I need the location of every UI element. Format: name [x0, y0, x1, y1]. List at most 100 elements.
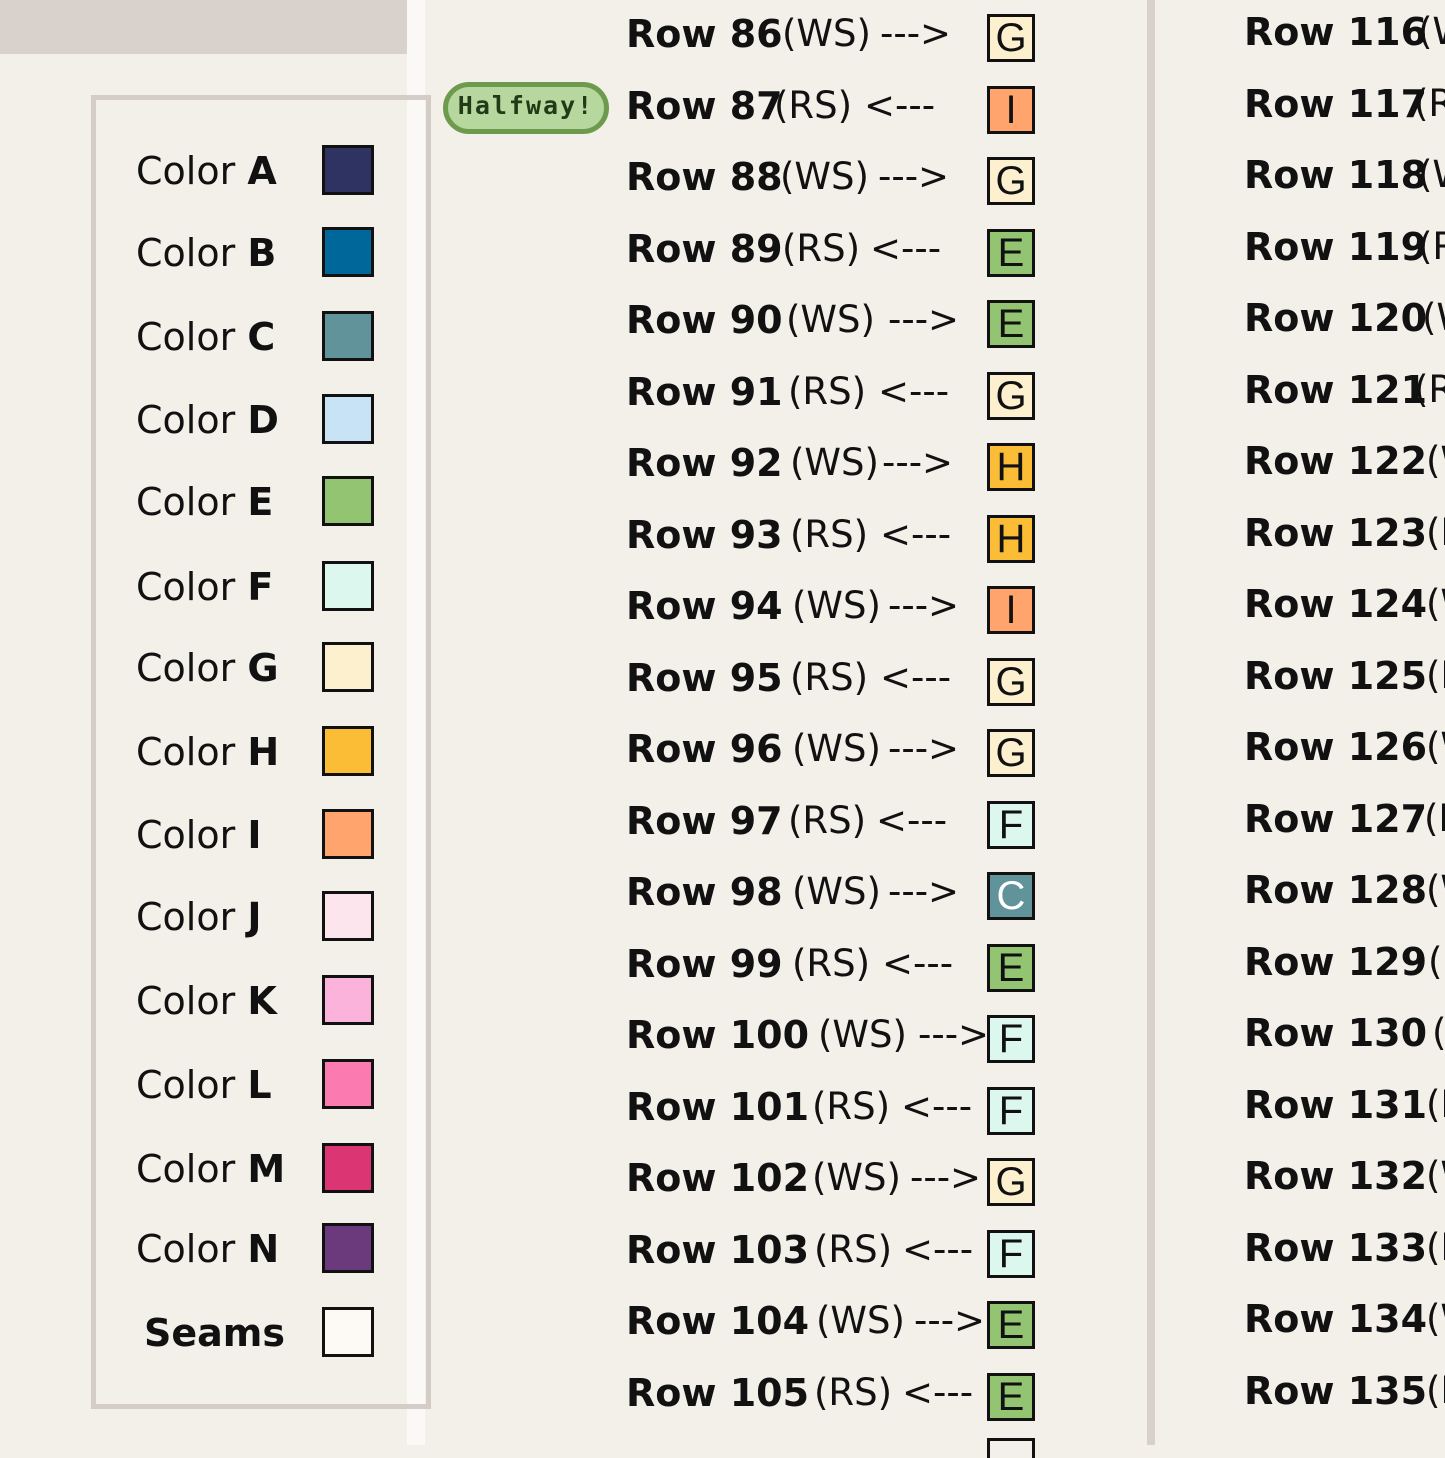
- row-instruction: Row 135(R: [1244, 1369, 1445, 1429]
- legend-label: Color M: [136, 1149, 285, 1189]
- row-number: Row 96: [626, 727, 783, 771]
- row-color-box: H: [987, 514, 1035, 563]
- row-number: Row 89: [626, 226, 783, 271]
- legend-item-seams: Seams: [136, 1307, 386, 1359]
- legend-label-prefix: Color: [136, 895, 236, 939]
- legend-item-color-e: Color E: [136, 476, 386, 528]
- row-direction-arrow: <---: [876, 798, 948, 842]
- row-side: (R: [1426, 1082, 1445, 1126]
- row-color-box: E: [987, 943, 1035, 992]
- row-side: (R: [1426, 510, 1445, 554]
- legend-letter: J: [247, 895, 262, 939]
- row-number: Row 135: [1244, 1368, 1428, 1413]
- row-instruction: Row 96 (WS) --->: [626, 727, 1046, 787]
- legend-letter: L: [247, 1063, 272, 1107]
- row-number: Row 134: [1244, 1297, 1428, 1341]
- row-color-box: F: [987, 1229, 1035, 1278]
- row-side: (W: [1418, 153, 1445, 196]
- row-side: (RS): [774, 83, 853, 127]
- row-number: Row 123: [1244, 510, 1428, 555]
- legend-label-prefix: Color: [136, 315, 236, 359]
- color-swatch: [322, 1059, 374, 1109]
- color-swatch: [322, 809, 374, 859]
- legend-label: Color C: [136, 317, 275, 357]
- row-number: Row 91: [626, 369, 783, 414]
- row-number: Row 119: [1244, 224, 1428, 269]
- row-instruction: Row 93 (RS) <---: [626, 513, 1046, 573]
- legend-label: Color F: [136, 567, 273, 607]
- row-side: (WS): [818, 1013, 907, 1056]
- row-instruction: Row 130(: [1244, 1011, 1445, 1071]
- row-instruction: Row 118(W: [1244, 153, 1445, 213]
- legend-label: Color E: [136, 482, 273, 522]
- row-instruction: Row 86 (WS) --->: [626, 12, 1046, 72]
- row-side: (WS): [780, 155, 869, 198]
- row-color-box: H: [987, 443, 1035, 491]
- legend-item-color-n: Color N: [136, 1223, 386, 1275]
- row-side: (RS): [814, 1227, 893, 1271]
- row-direction-arrow: <---: [880, 655, 952, 699]
- row-color-box: G: [987, 1158, 1035, 1206]
- legend-item-color-m: Color M: [136, 1143, 386, 1195]
- row-side: (: [1432, 1011, 1445, 1054]
- legend-letter: C: [247, 315, 276, 359]
- legend-item-color-l: Color L: [136, 1059, 386, 1111]
- row-color-box: F: [987, 800, 1035, 849]
- row-side: (RS): [790, 655, 869, 699]
- row-instruction: Row 126(W: [1244, 725, 1445, 785]
- row-instruction: Row 88 (WS) --->: [626, 155, 1046, 215]
- legend-label-prefix: Color: [136, 979, 236, 1023]
- row-side: (W: [1418, 10, 1445, 53]
- legend-label-prefix: Color: [136, 1227, 236, 1271]
- row-side: (RS): [790, 512, 869, 556]
- row-number: Row 98: [626, 870, 783, 914]
- legend-label-prefix: Color: [136, 398, 236, 442]
- row-side: (WS): [790, 441, 879, 484]
- legend-item-color-k: Color K: [136, 975, 386, 1027]
- row-color-box: F: [987, 1015, 1035, 1063]
- color-swatch: [322, 394, 374, 444]
- row-side: (WS): [792, 870, 881, 913]
- color-box-partial: [987, 1438, 1035, 1458]
- row-instruction: Row 102 (WS) --->: [626, 1156, 1046, 1216]
- legend-letter: G: [247, 646, 279, 690]
- row-number: Row 129: [1244, 939, 1428, 984]
- legend-item-color-g: Color G: [136, 642, 386, 694]
- row-side: (WS): [792, 584, 881, 627]
- row-instruction: Row 121 (R: [1244, 368, 1445, 428]
- row-number: Row 122: [1244, 439, 1428, 483]
- row-instruction: Row 100 (WS) --->: [626, 1013, 1046, 1073]
- row-color-box: G: [987, 14, 1035, 62]
- row-number: Row 88: [626, 155, 783, 199]
- row-direction-arrow: <---: [878, 369, 950, 413]
- row-number: Row 86: [626, 12, 783, 56]
- legend-item-color-f: Color F: [136, 561, 386, 613]
- row-color-box: G: [987, 157, 1035, 205]
- row-side: (WS): [792, 727, 881, 770]
- row-side: (W: [1426, 439, 1445, 482]
- legend-label: Color L: [136, 1065, 272, 1105]
- legend-item-color-a: Color A: [136, 145, 386, 197]
- row-side: (W: [1426, 1154, 1445, 1197]
- row-color-box: E: [987, 300, 1035, 348]
- legend-item-color-b: Color B: [136, 227, 386, 279]
- legend-item-color-i: Color I: [136, 809, 386, 861]
- color-swatch: [322, 1143, 374, 1193]
- row-direction-arrow: --->: [914, 1299, 986, 1342]
- row-direction-arrow: <---: [902, 1227, 974, 1271]
- row-number: Row 117: [1244, 81, 1428, 126]
- row-side: (W: [1426, 725, 1445, 768]
- row-side: (RS): [792, 941, 871, 985]
- row-direction-arrow: --->: [910, 1156, 982, 1199]
- row-number: Row 130: [1244, 1011, 1428, 1055]
- color-swatch: [322, 1223, 374, 1273]
- legend-item-color-c: Color C: [136, 311, 386, 363]
- legend-label: Color K: [136, 981, 277, 1021]
- row-instruction: Row 116(W: [1244, 10, 1445, 70]
- color-swatch: [322, 145, 374, 195]
- row-color-box: F: [987, 1086, 1035, 1135]
- row-number: Row 121: [1244, 367, 1428, 412]
- row-side: (R: [1426, 1368, 1445, 1412]
- legend-label: Color A: [136, 151, 277, 191]
- row-color-box: C: [987, 872, 1035, 920]
